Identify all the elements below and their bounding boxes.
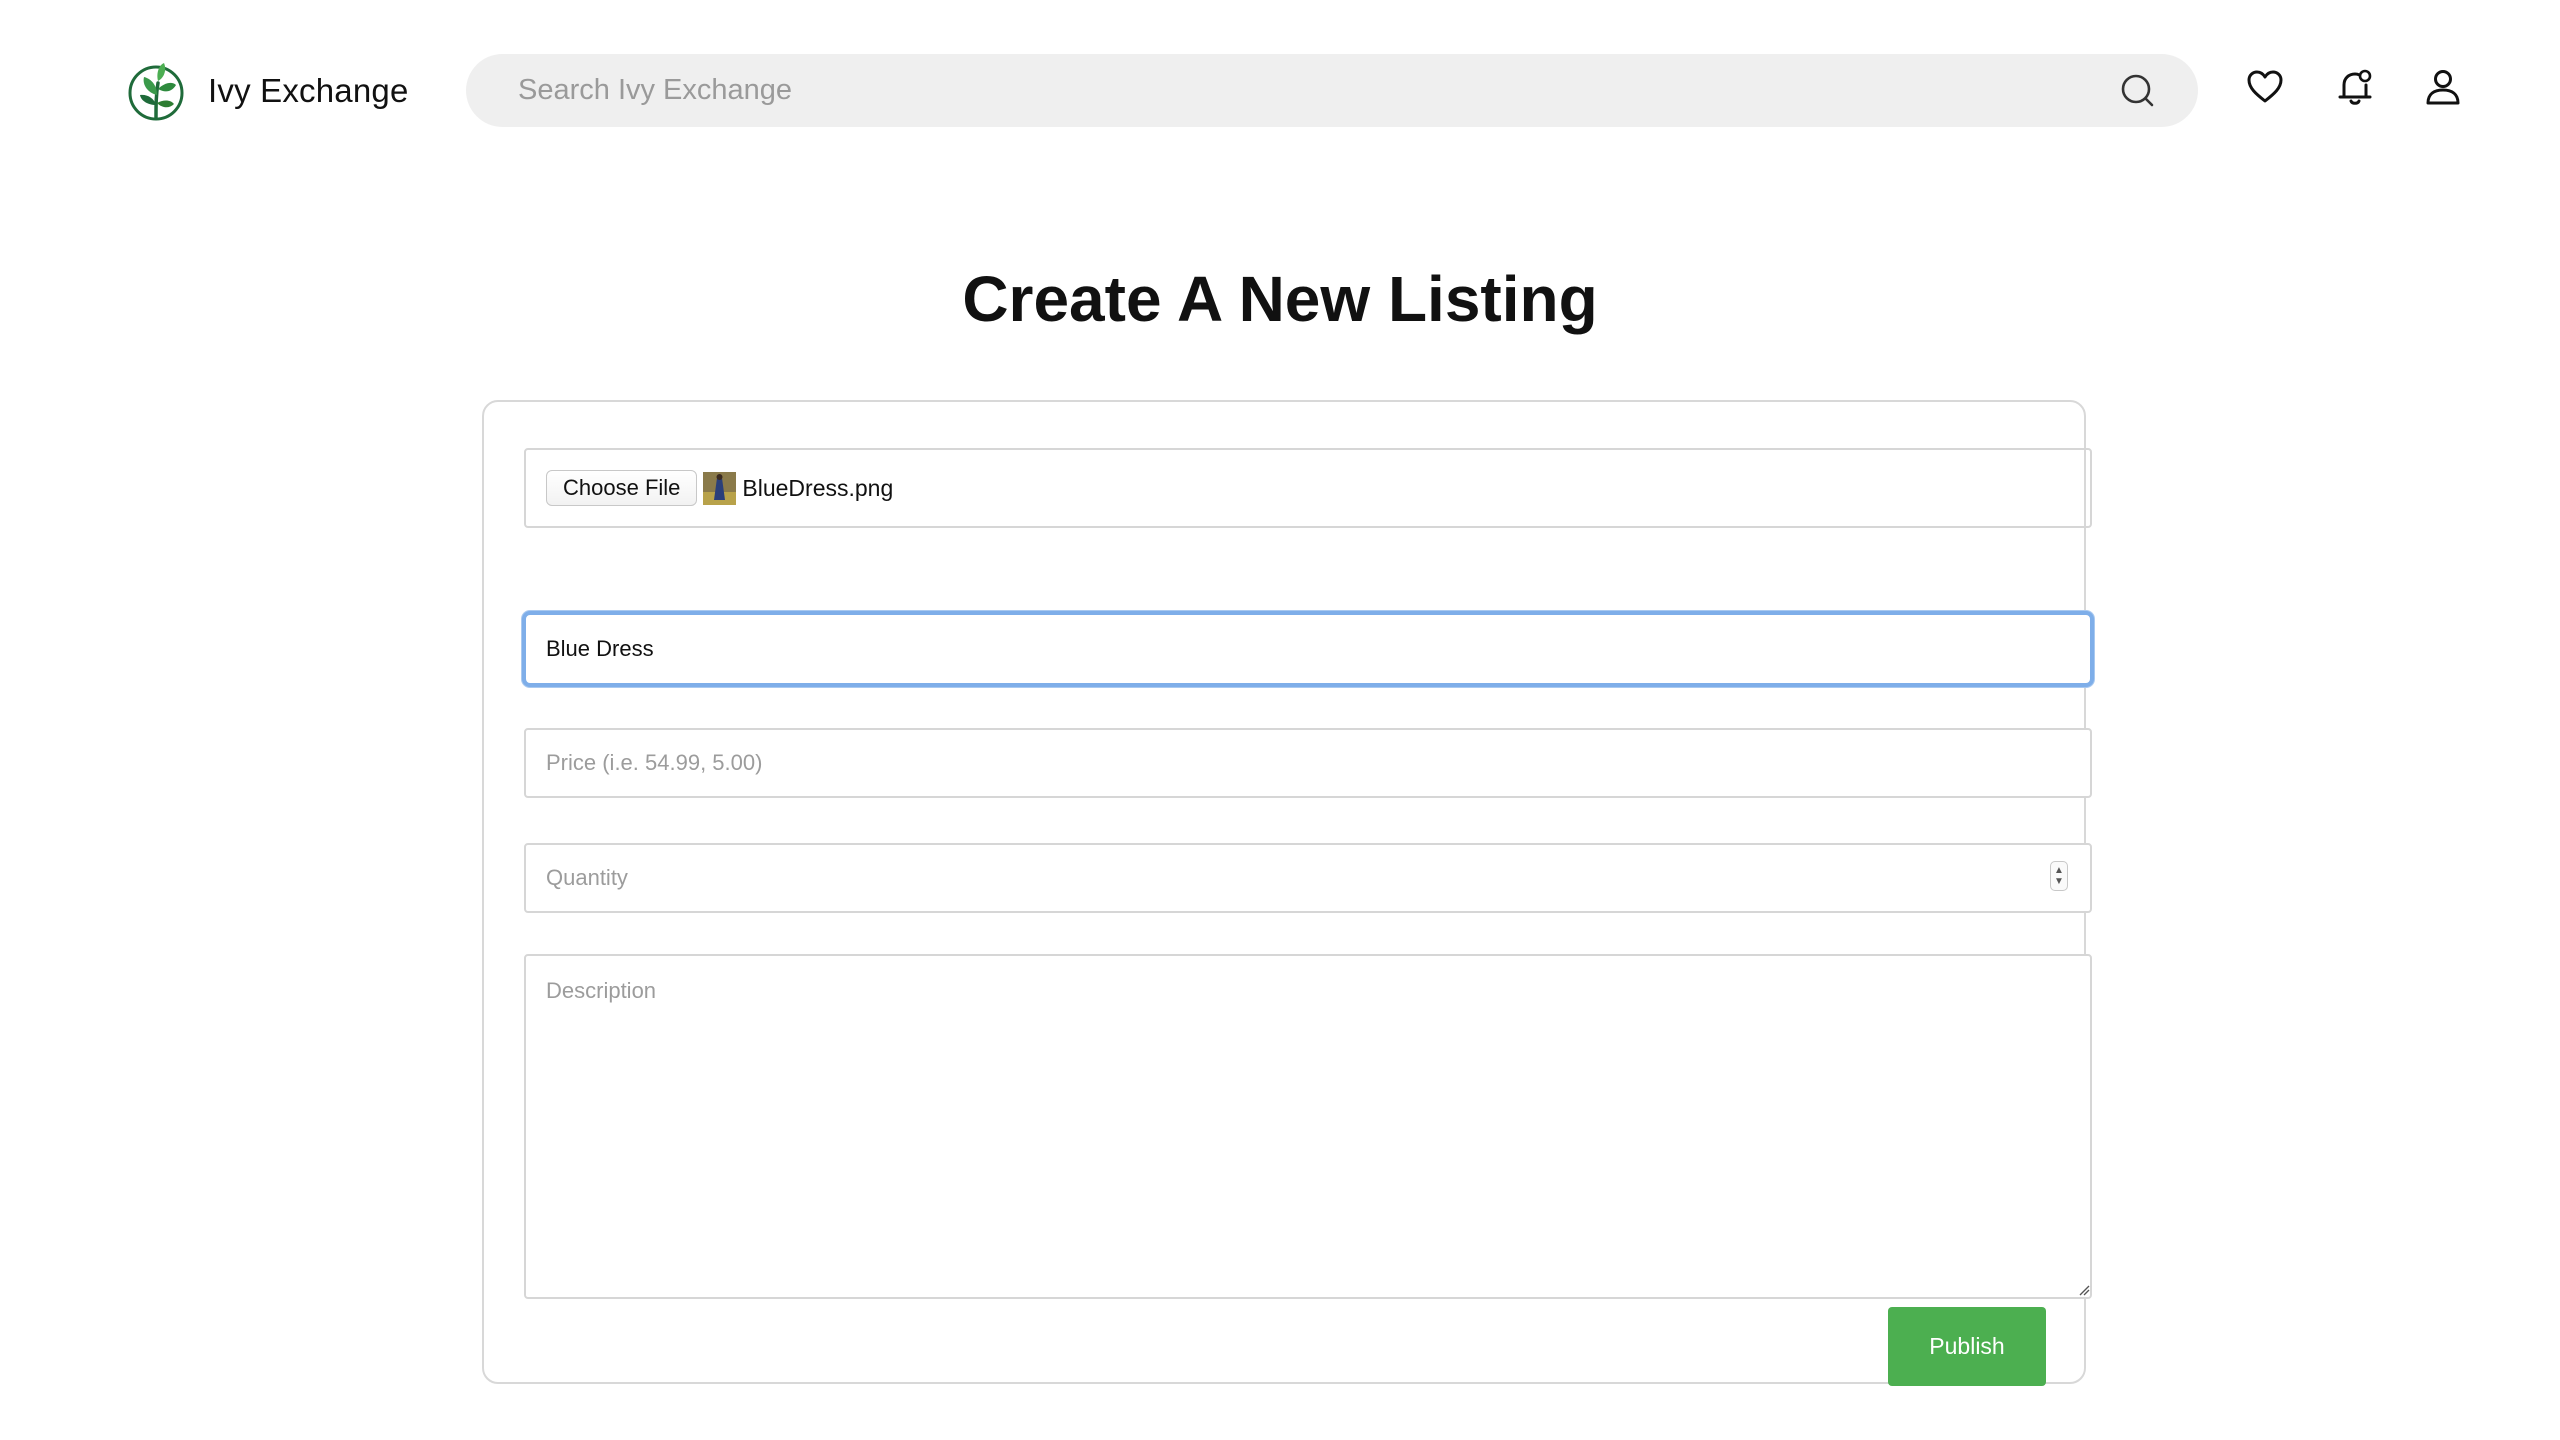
selected-file-name: BlueDress.png <box>742 474 894 501</box>
file-upload-field[interactable]: Choose File BlueDress.png <box>524 448 2092 528</box>
search-input[interactable] <box>466 54 2118 127</box>
quantity-input[interactable] <box>524 843 2092 913</box>
heart-icon[interactable] <box>2244 66 2286 108</box>
user-icon[interactable] <box>2422 66 2464 108</box>
listing-form: Choose File BlueDress.png ▲ ▼ Publish <box>482 400 2094 1386</box>
search-icon[interactable] <box>2118 71 2158 111</box>
publish-button[interactable]: Publish <box>1888 1307 2046 1386</box>
search-bar <box>466 54 2198 127</box>
bell-icon[interactable] <box>2334 66 2376 108</box>
stepper-down-icon[interactable]: ▼ <box>2054 876 2064 887</box>
page-title: Create A New Listing <box>962 263 1598 335</box>
title-input[interactable] <box>522 611 2094 687</box>
quantity-stepper[interactable]: ▲ ▼ <box>2050 861 2068 891</box>
description-textarea[interactable] <box>524 954 2092 1299</box>
brand-name: Ivy Exchange <box>208 72 409 109</box>
top-navbar: Ivy Exchange <box>0 0 2560 180</box>
price-input[interactable] <box>524 728 2092 798</box>
file-thumbnail-icon <box>703 471 737 505</box>
brand[interactable]: Ivy Exchange <box>126 58 409 124</box>
choose-file-button[interactable]: Choose File <box>546 470 698 506</box>
quantity-field: ▲ ▼ <box>524 843 2092 913</box>
resize-handle-icon[interactable] <box>2078 1284 2090 1296</box>
stepper-up-icon[interactable]: ▲ <box>2054 865 2064 876</box>
leaf-logo-icon <box>128 63 184 121</box>
